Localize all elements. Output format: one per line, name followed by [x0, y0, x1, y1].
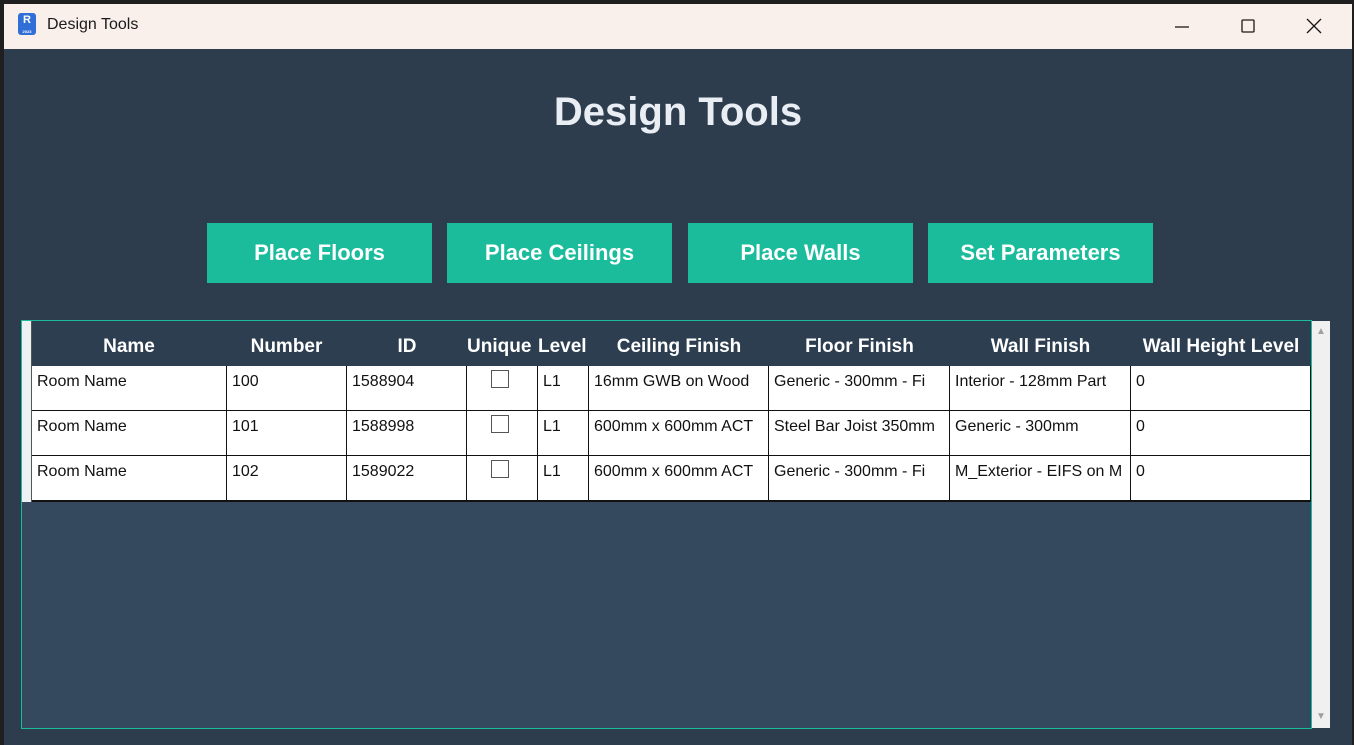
scroll-up-icon[interactable]: ▲ — [1316, 327, 1326, 337]
cell-level[interactable]: L1 — [538, 456, 589, 500]
cell-id[interactable]: 1588998 — [347, 411, 467, 455]
cell-level[interactable]: L1 — [538, 366, 589, 410]
cell-unique — [467, 456, 538, 500]
row-header-strip[interactable] — [22, 321, 32, 502]
cell-wall-height-level[interactable]: 0 — [1131, 456, 1311, 500]
column-header-id[interactable]: ID — [347, 321, 467, 366]
cell-id[interactable]: 1589022 — [347, 456, 467, 500]
minimize-button[interactable] — [1152, 4, 1212, 49]
scroll-down-icon[interactable]: ▼ — [1316, 712, 1326, 722]
column-header-wall-finish[interactable]: Wall Finish — [950, 321, 1131, 366]
cell-number[interactable]: 101 — [227, 411, 347, 455]
column-header-floor-finish[interactable]: Floor Finish — [769, 321, 950, 366]
cell-ceiling-finish[interactable]: 16mm GWB on Wood — [589, 366, 769, 410]
cell-name[interactable]: Room Name — [32, 456, 227, 500]
cell-floor-finish[interactable]: Generic - 300mm - Fi — [769, 366, 950, 410]
close-icon — [1306, 18, 1322, 34]
column-header-wall-height-level[interactable]: Wall Height Level — [1131, 321, 1311, 366]
cell-ceiling-finish[interactable]: 600mm x 600mm ACT — [589, 456, 769, 500]
cell-name[interactable]: Room Name — [32, 411, 227, 455]
table-row[interactable]: Room Name 102 1589022 L1 600mm x 600mm A… — [32, 456, 1311, 502]
title-bar[interactable]: R 2023 Design Tools — [4, 4, 1352, 49]
set-parameters-button[interactable]: Set Parameters — [928, 223, 1153, 283]
cell-level[interactable]: L1 — [538, 411, 589, 455]
cell-wall-height-level[interactable]: 0 — [1131, 366, 1311, 410]
cell-unique — [467, 411, 538, 455]
cell-floor-finish[interactable]: Generic - 300mm - Fi — [769, 456, 950, 500]
app-window: R 2023 Design Tools Design Tools Place F… — [4, 4, 1352, 745]
cell-ceiling-finish[interactable]: 600mm x 600mm ACT — [589, 411, 769, 455]
place-ceilings-button[interactable]: Place Ceilings — [447, 223, 672, 283]
table-row[interactable]: Room Name 101 1588998 L1 600mm x 600mm A… — [32, 411, 1311, 457]
rooms-data-grid[interactable]: Name Number ID Unique Level Ceiling Fini… — [21, 320, 1330, 729]
page-title: Design Tools — [553, 90, 803, 134]
cell-wall-height-level[interactable]: 0 — [1131, 411, 1311, 455]
close-button[interactable] — [1284, 4, 1344, 49]
column-header-name[interactable]: Name — [32, 321, 226, 366]
maximize-icon — [1241, 19, 1255, 33]
minimize-icon — [1175, 26, 1189, 28]
cell-unique — [467, 366, 538, 410]
cell-id[interactable]: 1588904 — [347, 366, 467, 410]
cell-wall-finish[interactable]: Interior - 128mm Part — [950, 366, 1131, 410]
column-header-level[interactable]: Level — [538, 321, 589, 366]
table-row[interactable]: Room Name 100 1588904 L1 16mm GWB on Woo… — [32, 366, 1311, 412]
cell-floor-finish[interactable]: Steel Bar Joist 350mm — [769, 411, 950, 455]
cell-number[interactable]: 102 — [227, 456, 347, 500]
column-header-unique[interactable]: Unique — [467, 321, 538, 366]
maximize-button[interactable] — [1218, 4, 1278, 49]
unique-checkbox[interactable] — [491, 370, 509, 388]
place-floors-button[interactable]: Place Floors — [207, 223, 432, 283]
window-title: Design Tools — [47, 16, 139, 33]
cell-name[interactable]: Room Name — [32, 366, 227, 410]
grid-header: Name Number ID Unique Level Ceiling Fini… — [32, 321, 1311, 366]
cell-wall-finish[interactable]: Generic - 300mm — [950, 411, 1131, 455]
cell-wall-finish[interactable]: M_Exterior - EIFS on M — [950, 456, 1131, 500]
column-header-ceiling-finish[interactable]: Ceiling Finish — [589, 321, 769, 366]
column-header-number[interactable]: Number — [226, 321, 347, 366]
unique-checkbox[interactable] — [491, 460, 509, 478]
revit-icon: R 2023 — [18, 13, 36, 35]
place-walls-button[interactable]: Place Walls — [688, 223, 913, 283]
unique-checkbox[interactable] — [491, 415, 509, 433]
cell-number[interactable]: 100 — [227, 366, 347, 410]
vertical-scrollbar[interactable]: ▲ ▼ — [1312, 321, 1330, 728]
